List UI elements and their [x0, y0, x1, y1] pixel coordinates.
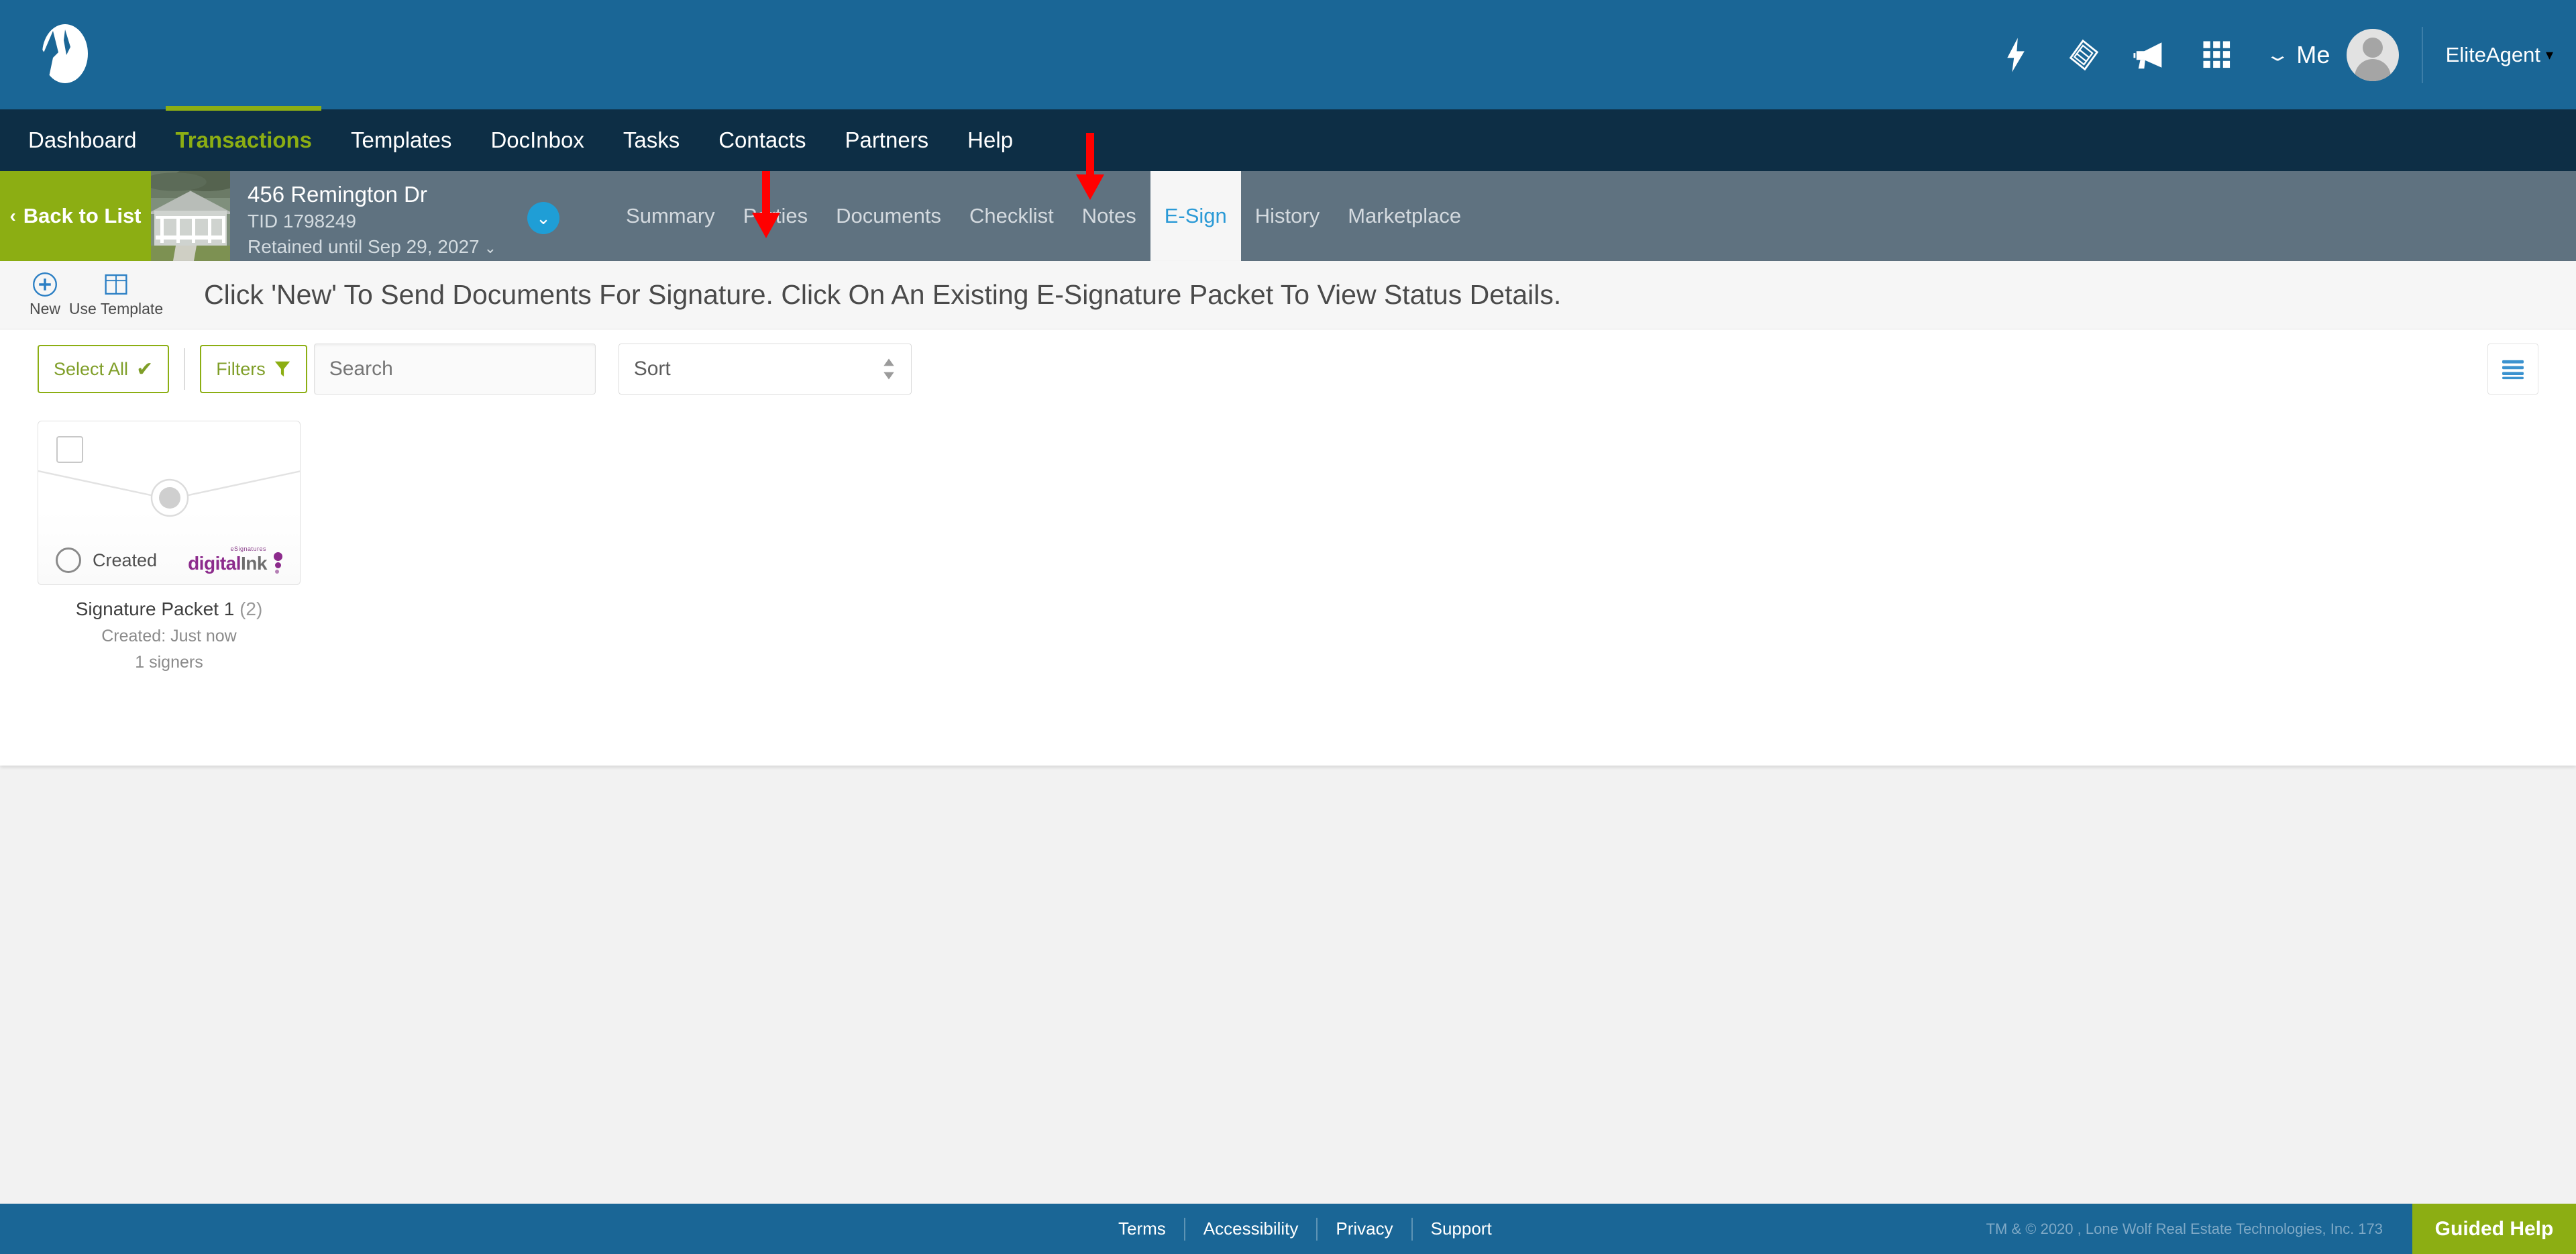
expand-details-button[interactable]: ⌄: [527, 202, 560, 234]
digitalink-tagline: eSignatures: [230, 545, 266, 552]
arrow-pointing-to-parties-documents: [748, 171, 784, 244]
property-address: 456 Remington Dr: [248, 182, 427, 207]
transaction-subtabs: Summary Parties Documents Checklist Note…: [612, 171, 1475, 261]
back-to-list-button[interactable]: ‹ Back to List: [0, 171, 151, 261]
packet-doc-count: (2): [239, 598, 263, 619]
filter-divider: [184, 348, 186, 390]
footer-link-support[interactable]: Support: [1413, 1218, 1510, 1239]
nav-item-contacts[interactable]: Contacts: [718, 109, 806, 171]
packet-title: Signature Packet 1: [75, 598, 235, 619]
subtab-summary[interactable]: Summary: [612, 171, 729, 261]
packet-status-row: Created eSignatures digital Ink: [38, 536, 300, 584]
arrow-pointing-to-esign-tab: [1072, 133, 1108, 205]
chevron-down-icon: ⌄: [484, 240, 497, 257]
me-menu[interactable]: ⌄ Me: [2264, 28, 2399, 81]
company-logo[interactable]: [28, 18, 102, 92]
packet-title-row: Signature Packet 1 (2): [38, 598, 301, 620]
instruction-text: Click 'New' To Send Documents For Signat…: [204, 279, 1562, 310]
use-template-button[interactable]: Use Template: [69, 262, 163, 329]
funnel-icon: [274, 361, 290, 377]
header-actions: ⌄ Me EliteAgent ▾: [1982, 18, 2553, 92]
transaction-id: TID 1798249: [248, 211, 356, 232]
packet-signers: 1 signers: [135, 653, 203, 672]
esign-filter-bar: Select All ✔ Filters Sort: [0, 329, 2576, 409]
page-footer: Terms Accessibility Privacy Support TM &…: [0, 1204, 2576, 1254]
digitalink-logo: eSignatures digital Ink: [188, 545, 284, 575]
subtab-checklist[interactable]: Checklist: [955, 171, 1068, 261]
chevron-left-icon: ‹: [9, 205, 16, 226]
list-view-icon: [2502, 360, 2524, 380]
nav-item-help[interactable]: Help: [967, 109, 1013, 171]
nav-item-docinbox[interactable]: DocInbox: [490, 109, 584, 171]
packet-status-label: Created: [93, 550, 158, 570]
main-navigation: Dashboard Transactions Templates DocInbo…: [0, 106, 2576, 171]
packet-thumbnail[interactable]: Created eSignatures digital Ink: [38, 421, 301, 585]
sort-select[interactable]: Sort: [618, 344, 912, 395]
subtab-documents[interactable]: Documents: [822, 171, 955, 261]
megaphone-icon[interactable]: [2116, 18, 2184, 92]
check-icon: ✔: [136, 358, 154, 380]
sort-label: Sort: [633, 358, 671, 380]
back-to-list-label: Back to List: [23, 204, 142, 227]
nav-item-partners[interactable]: Partners: [845, 109, 928, 171]
retention-date[interactable]: Retained until Sep 29, 2027 ⌄: [248, 234, 496, 260]
wolf-logo-icon: [41, 23, 88, 83]
footer-link-accessibility[interactable]: Accessibility: [1185, 1218, 1317, 1239]
digitalink-dots-icon: [269, 552, 284, 575]
footer-link-privacy[interactable]: Privacy: [1318, 1218, 1411, 1239]
account-label: EliteAgent: [2445, 42, 2540, 66]
property-meta: 456 Remington Dr TID 1798249 Retained un…: [230, 171, 496, 261]
filters-label: Filters: [216, 358, 266, 379]
plus-circle-icon: [33, 272, 57, 297]
digitalink-name-light: Ink: [241, 553, 267, 574]
esign-action-toolbar: New Use Template Click 'New' To Send Doc…: [0, 261, 2576, 329]
handshake-icon[interactable]: [2049, 18, 2116, 92]
header-divider: [2421, 26, 2423, 83]
search-input[interactable]: [313, 344, 596, 395]
subtab-marketplace[interactable]: Marketplace: [1334, 171, 1475, 261]
chevron-down-icon: ⌄: [2264, 45, 2291, 64]
digitalink-name-bold: digital: [188, 553, 241, 574]
nav-item-dashboard[interactable]: Dashboard: [28, 109, 136, 171]
lightning-bolt-icon[interactable]: [1982, 18, 2049, 92]
account-menu[interactable]: EliteAgent ▾: [2446, 43, 2553, 67]
avatar[interactable]: [2346, 28, 2399, 81]
list-view-toggle[interactable]: [2487, 344, 2538, 395]
filters-button[interactable]: Filters: [200, 345, 307, 393]
packet-card[interactable]: Created eSignatures digital Ink Signatur…: [38, 421, 301, 672]
nav-item-transactions[interactable]: Transactions: [166, 106, 321, 171]
packet-checkbox[interactable]: [56, 436, 83, 463]
packet-created: Created: Just now: [101, 627, 237, 645]
packet-card-list: Created eSignatures digital Ink Signatur…: [0, 409, 2576, 672]
subtab-history[interactable]: History: [1241, 171, 1334, 261]
footer-link-terms[interactable]: Terms: [1100, 1218, 1184, 1239]
property-thumbnail: [151, 171, 230, 261]
nav-item-templates[interactable]: Templates: [351, 109, 451, 171]
template-grid-icon: [105, 274, 127, 295]
select-all-label: Select All: [54, 358, 129, 379]
top-brand-bar: ⌄ Me EliteAgent ▾: [0, 0, 2576, 109]
transaction-header-bar: ‹ Back to List 456 Remington Dr TID 1798…: [0, 171, 2576, 261]
me-label: Me: [2296, 40, 2330, 68]
new-packet-button[interactable]: New: [9, 262, 80, 329]
envelope-icon: [38, 470, 300, 517]
grid-apps-icon[interactable]: [2184, 18, 2251, 92]
select-all-button[interactable]: Select All ✔: [38, 345, 170, 393]
nav-item-tasks[interactable]: Tasks: [623, 109, 680, 171]
sort-arrows-icon: [883, 358, 894, 380]
chevron-down-icon: ⌄: [536, 207, 551, 228]
guided-help-button[interactable]: Guided Help: [2412, 1204, 2576, 1254]
esign-content-panel: New Use Template Click 'New' To Send Doc…: [0, 261, 2576, 766]
status-indicator-icon: [56, 547, 81, 573]
footer-copyright: TM & © 2020 , Lone Wolf Real Estate Tech…: [1986, 1220, 2383, 1237]
retention-label: Retained until Sep 29, 2027: [248, 236, 480, 258]
use-template-label: Use Template: [68, 300, 164, 317]
new-label: New: [29, 300, 60, 317]
chevron-down-icon: ▾: [2545, 46, 2553, 63]
footer-links: Terms Accessibility Privacy Support: [1100, 1217, 1510, 1241]
subtab-esign[interactable]: E-Sign: [1150, 171, 1241, 261]
